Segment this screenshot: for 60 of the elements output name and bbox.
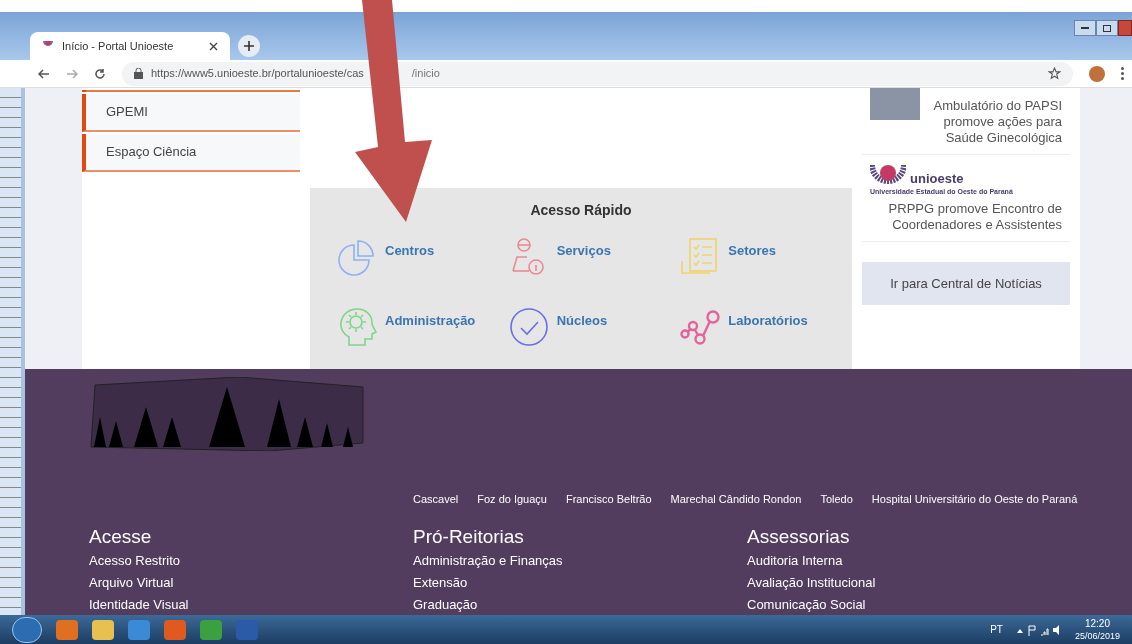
quick-access-link[interactable]: Núcleos bbox=[508, 307, 681, 351]
tab-title: Início - Portal Unioeste bbox=[62, 38, 175, 54]
campus-link[interactable]: Marechal Cândido Rondon bbox=[670, 490, 802, 507]
menu-icon[interactable] bbox=[1121, 67, 1124, 80]
profile-avatar[interactable] bbox=[1089, 65, 1105, 82]
campus-link[interactable]: Cascavel bbox=[413, 490, 459, 507]
quick-access-link[interactable]: Serviços bbox=[508, 237, 681, 281]
start-button[interactable] bbox=[12, 616, 42, 643]
star-icon[interactable] bbox=[1048, 67, 1061, 80]
minimize-button[interactable] bbox=[1074, 20, 1096, 36]
footer-link[interactable]: Comunicação Social bbox=[747, 595, 866, 615]
campus-link[interactable]: Hospital Universitário do Oeste do Paraná bbox=[871, 490, 1078, 507]
quick-access-link[interactable]: Centros bbox=[337, 237, 509, 281]
maximize-button[interactable] bbox=[1096, 20, 1118, 36]
pie-chart-icon bbox=[337, 237, 377, 277]
footer-link[interactable]: Auditoria Interna bbox=[747, 551, 843, 571]
url-end: /inicio bbox=[411, 66, 440, 82]
close-tab-icon[interactable] bbox=[209, 41, 218, 51]
taskbar-app-icon[interactable] bbox=[92, 619, 114, 640]
url-start: https://www5.unioeste.br/portalunioeste/cas bbox=[151, 66, 364, 82]
logo-wordmark: unioeste bbox=[910, 172, 964, 185]
check-circle-icon bbox=[508, 307, 549, 347]
plus-icon bbox=[244, 41, 254, 51]
campus-link[interactable]: Toledo bbox=[820, 490, 853, 507]
footer-heading: Pró-Reitorias bbox=[413, 525, 525, 549]
clock-date[interactable]: 25/06/2019 bbox=[1074, 629, 1120, 642]
back-arrow-icon[interactable] bbox=[38, 67, 50, 80]
footer-link[interactable]: Arquivo Virtual bbox=[89, 573, 174, 593]
sidebar-link[interactable]: GPEMI bbox=[82, 94, 300, 132]
news-headline: Ambulatório do PAPSI promove ações para Saúde Ginecológica bbox=[932, 97, 1062, 146]
quick-access-link[interactable]: Laboratórios bbox=[680, 307, 852, 351]
logo-mark-icon bbox=[870, 165, 906, 185]
head-gear-icon bbox=[337, 307, 377, 347]
lock-icon bbox=[134, 68, 143, 79]
footer-link[interactable]: Identidade Visual bbox=[89, 595, 189, 615]
footer-link[interactable]: Extensão bbox=[413, 573, 468, 593]
connected-nodes-icon bbox=[680, 307, 721, 347]
footer-link[interactable]: Acesso Restrito bbox=[89, 551, 181, 571]
quick-access-title: Acesso Rápido bbox=[530, 201, 632, 220]
footer-heading: Acesse bbox=[89, 525, 153, 549]
footer-link[interactable]: Administração e Finanças bbox=[413, 551, 563, 571]
clock-time[interactable]: 12:20 bbox=[1084, 617, 1110, 630]
new-tab-button[interactable] bbox=[238, 35, 260, 57]
footer-heading: Assessorias bbox=[747, 525, 851, 549]
tray-icons-drawing[interactable] bbox=[1016, 623, 1061, 636]
campus-link[interactable]: Francisco Beltrão bbox=[565, 490, 652, 507]
footer-link[interactable]: Graduação bbox=[413, 595, 478, 615]
quick-access-link[interactable]: Setores bbox=[680, 237, 852, 281]
all-news-button[interactable]: Ir para Central de Notícias bbox=[862, 262, 1070, 305]
browser-tab[interactable]: Início - Portal Unioeste bbox=[30, 32, 230, 60]
footer-link[interactable]: Avaliação Institucional bbox=[747, 573, 876, 593]
quick-access-link[interactable]: Administração bbox=[337, 307, 509, 351]
language-indicator[interactable]: PT bbox=[990, 622, 1003, 637]
campus-link[interactable]: Foz do Iguaçu bbox=[477, 490, 547, 507]
photo-placeholder bbox=[870, 88, 920, 120]
reload-icon[interactable] bbox=[94, 67, 106, 80]
news-item[interactable]: Ambulatório do PAPSI promove ações para Saúde Ginecológica bbox=[862, 88, 1070, 155]
news-headline: PRPPG promove Encontro de Coordenadores e Assistentes bbox=[887, 201, 1062, 233]
address-field[interactable]: https://www5.unioeste.br/portalunioeste/cas /inicio bbox=[122, 61, 1073, 86]
sidebar-link[interactable]: Espaço Ciência bbox=[82, 134, 300, 172]
